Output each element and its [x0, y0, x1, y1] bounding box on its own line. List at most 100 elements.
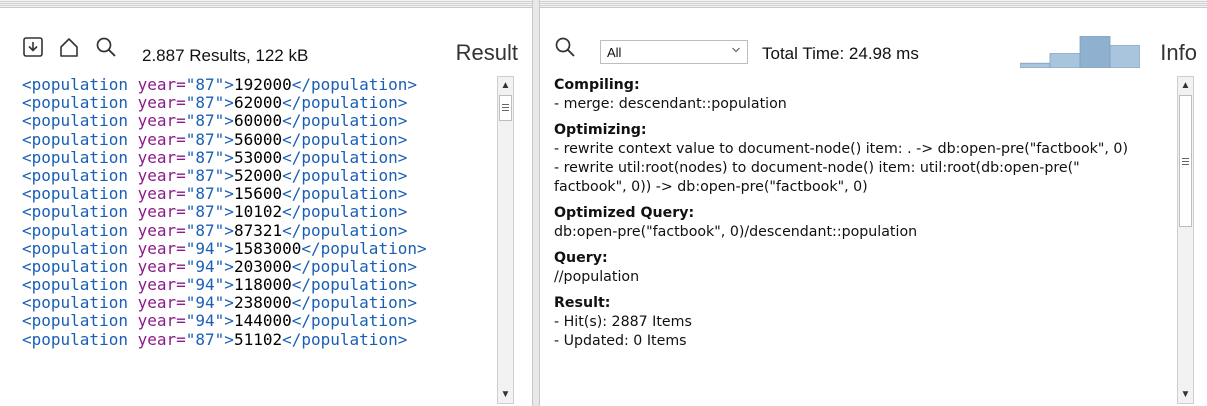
xml-open-tag: <population: [22, 256, 138, 276]
xml-text-value: 87321: [233, 220, 283, 240]
xml-close-tag: </population>: [282, 111, 408, 131]
info-section-line: - Updated: 0 Items: [554, 333, 687, 349]
scroll-down-arrow-icon[interactable]: ▼: [1178, 386, 1193, 403]
xml-attribute-name: year=: [137, 111, 186, 131]
result-line[interactable]: <population year="87">87321</population>: [22, 220, 427, 240]
info-section-heading: Compiling:: [554, 77, 640, 93]
timing-bar: [1079, 36, 1111, 68]
result-line[interactable]: <population year="87">53000</population>: [22, 147, 427, 167]
search-icon[interactable]: [95, 36, 117, 58]
xml-text-value: 1583000: [233, 238, 302, 258]
result-scrollbar[interactable]: ▲ ▼: [497, 76, 514, 404]
timing-chart[interactable]: [1020, 36, 1140, 68]
result-line[interactable]: <population year="94">203000</population…: [22, 256, 427, 276]
result-line[interactable]: <population year="87">56000</population>: [22, 129, 427, 149]
xml-close-tag: </population>: [282, 93, 408, 113]
info-section-line: - rewrite util:root(nodes) to document-n…: [554, 160, 1080, 176]
xml-close-tag: </population>: [282, 202, 408, 222]
scrollbar-thumb[interactable]: [499, 95, 512, 121]
xml-tag-close: >: [224, 329, 234, 349]
xml-close-tag: </population>: [291, 256, 417, 276]
info-section-line: - Hit(s): 2887 Items: [554, 314, 692, 330]
result-line[interactable]: <population year="94">1583000</populatio…: [22, 238, 427, 258]
xml-attribute-value: "87": [185, 184, 225, 204]
search-icon[interactable]: [554, 36, 576, 58]
result-line[interactable]: <population year="94">118000</population…: [22, 275, 427, 295]
xml-attribute-name: year=: [137, 129, 186, 149]
pane-splitter[interactable]: [532, 0, 540, 406]
pane-drag-handle[interactable]: [0, 0, 532, 8]
result-line[interactable]: <population year="87">62000</population>: [22, 94, 427, 112]
result-line[interactable]: <population year="87">192000</population…: [22, 75, 427, 94]
xml-open-tag: <population: [22, 220, 138, 240]
xml-attribute-value: "87": [185, 93, 225, 113]
result-line[interactable]: <population year="87">60000</population>: [22, 112, 427, 130]
xml-text-value: 10102: [233, 202, 283, 222]
xml-attribute-value: "94": [185, 275, 225, 295]
info-section-line: db:open-pre("factbook", 0)/descendant::p…: [554, 224, 918, 240]
xml-attribute-value: "94": [185, 311, 225, 331]
result-line[interactable]: <population year="87">51102</population>: [22, 329, 427, 349]
result-line[interactable]: <population year="87">52000</population>: [22, 165, 427, 185]
info-section: Optimizing: - rewrite context value to do…: [554, 121, 1164, 197]
info-section-heading: Optimizing:: [554, 122, 647, 138]
xml-open-tag: <population: [22, 329, 138, 349]
info-section-heading: Result:: [554, 295, 611, 311]
xml-text-value: 60000: [233, 111, 283, 131]
xml-close-tag: </population>: [291, 293, 417, 313]
info-section-heading: Optimized Query:: [554, 205, 695, 221]
xml-close-tag: </population>: [282, 147, 408, 167]
info-section: Compiling: - merge: descendant::populatio…: [554, 76, 1164, 114]
xml-close-tag: </population>: [282, 165, 408, 185]
xml-close-tag: </population>: [301, 238, 427, 258]
home-icon[interactable]: [58, 36, 80, 58]
result-line[interactable]: <population year="94">238000</population…: [22, 294, 427, 312]
info-scrollbar[interactable]: ▲ ▼: [1177, 76, 1194, 404]
xml-tag-close: >: [224, 129, 234, 149]
info-section: Result: - Hit(s): 2887 Items - Updated: 0 …: [554, 294, 1164, 351]
scroll-up-arrow-icon[interactable]: ▲: [1178, 77, 1193, 94]
result-line[interactable]: <population year="87">15600</population>: [22, 185, 427, 203]
xml-open-tag: <population: [22, 184, 138, 204]
info-filter-select[interactable]: All: [600, 40, 748, 64]
result-pane: 2.887 Results, 122 kB Result <population…: [0, 0, 532, 406]
chevron-down-icon: [732, 47, 740, 53]
xml-text-value: 238000: [233, 293, 292, 313]
result-toolbar: 2.887 Results, 122 kB Result: [0, 8, 532, 68]
xml-attribute-name: year=: [137, 75, 186, 94]
xml-open-tag: <population: [22, 238, 138, 258]
xml-close-tag: </population>: [282, 129, 408, 149]
xml-close-tag: </population>: [282, 220, 408, 240]
xml-tag-close: >: [224, 311, 234, 331]
xml-close-tag: </population>: [291, 275, 417, 295]
xml-tag-close: >: [224, 93, 234, 113]
xml-text-value: 144000: [233, 311, 292, 331]
info-section: Query: //population: [554, 249, 1164, 287]
result-line[interactable]: <population year="87">10102</population>: [22, 203, 427, 221]
info-toolbar: All Total Time: 24.98 ms Info: [540, 8, 1207, 68]
scroll-down-arrow-icon[interactable]: ▼: [498, 386, 513, 403]
xml-open-tag: <population: [22, 93, 138, 113]
info-filter-value: All: [607, 45, 622, 60]
xml-tag-close: >: [224, 256, 234, 276]
pane-title-result: Result: [455, 40, 518, 65]
xml-attribute-value: "87": [185, 147, 225, 167]
info-section: Optimized Query: db:open-pre("factbook", …: [554, 204, 1164, 242]
xml-text-value: 118000: [233, 275, 292, 295]
save-icon[interactable]: [22, 36, 44, 58]
xml-attribute-name: year=: [137, 293, 186, 313]
xml-attribute-name: year=: [137, 311, 186, 331]
xml-attribute-value: "87": [185, 329, 225, 349]
scroll-up-arrow-icon[interactable]: ▲: [498, 77, 513, 94]
pane-drag-handle[interactable]: [540, 0, 1207, 8]
scrollbar-thumb[interactable]: [1179, 95, 1192, 227]
total-time: Total Time: 24.98 ms: [762, 44, 919, 63]
xml-text-value: 15600: [233, 184, 283, 204]
xml-tag-close: >: [224, 147, 234, 167]
result-line[interactable]: <population year="94">144000</population…: [22, 312, 427, 330]
xml-attribute-value: "87": [185, 129, 225, 149]
xml-close-tag: </population>: [282, 329, 408, 349]
result-xml-list[interactable]: <population year="87">192000</population…: [22, 75, 427, 349]
xml-tag-close: >: [224, 111, 234, 131]
xml-close-tag: </population>: [282, 184, 408, 204]
